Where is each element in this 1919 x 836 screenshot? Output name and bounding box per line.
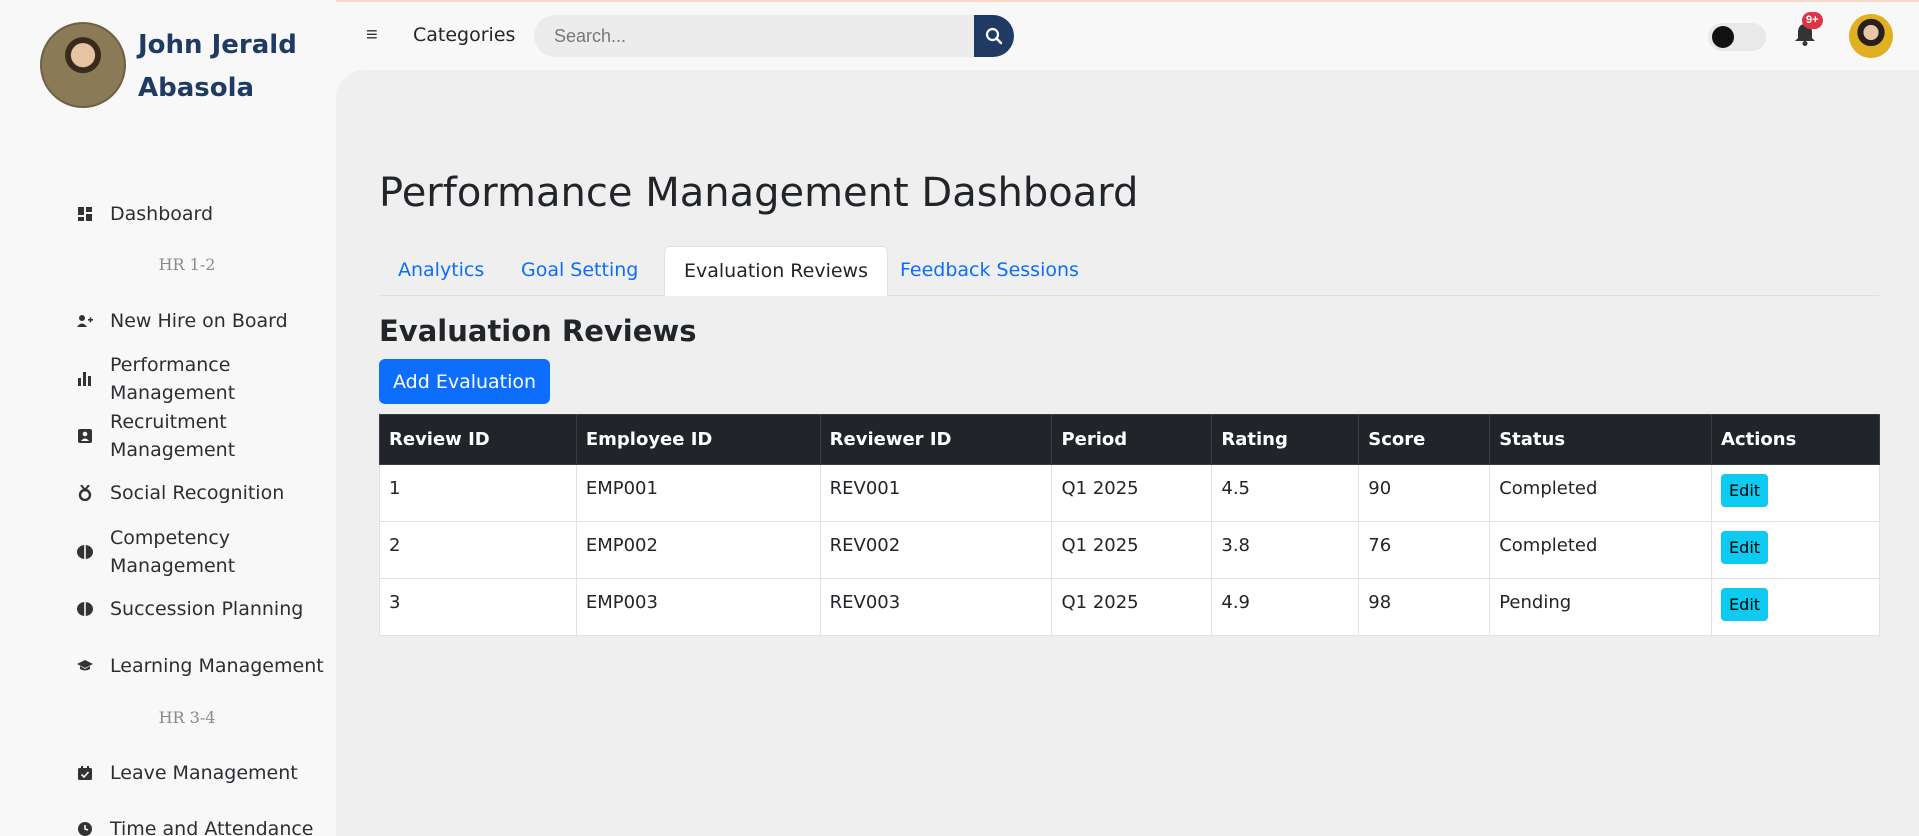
- cell-review-id: 3: [379, 578, 577, 636]
- table-row: 2 EMP002 REV002 Q1 2025 3.8 76 Completed…: [379, 521, 1880, 579]
- cell-review-id: 1: [379, 464, 577, 522]
- cell-status: Pending: [1489, 578, 1713, 636]
- table-row: 1 EMP001 REV001 Q1 2025 4.5 90 Completed…: [379, 464, 1880, 522]
- toggle-knob: [1712, 26, 1734, 48]
- sidebar-item-competency[interactable]: Competency Management: [76, 524, 276, 580]
- categories-link[interactable]: Categories: [413, 24, 515, 46]
- sidebar-item-new-hire[interactable]: New Hire on Board: [76, 307, 288, 335]
- search-button[interactable]: [974, 15, 1014, 57]
- sidebar-item-label: Learning Management: [110, 655, 324, 677]
- sidebar-item-label: Performance Management: [110, 354, 236, 404]
- sidebar: John Jerald Abasola Dashboard HR 1-2 New…: [0, 0, 336, 836]
- cell-score: 98: [1358, 578, 1491, 636]
- edit-button[interactable]: Edit: [1721, 588, 1769, 621]
- column-header: Status: [1489, 414, 1713, 465]
- calendar-check-icon: [76, 764, 94, 782]
- section-title: Evaluation Reviews: [379, 314, 697, 348]
- sidebar-item-succession[interactable]: Succession Planning: [76, 595, 303, 623]
- clock-icon: [76, 820, 94, 836]
- menu-toggle-icon[interactable]: ≡: [366, 24, 378, 47]
- theme-toggle[interactable]: [1708, 23, 1766, 51]
- cell-status: Completed: [1489, 464, 1713, 522]
- page-title: Performance Management Dashboard: [379, 170, 1139, 216]
- search-bar: [534, 15, 1014, 57]
- column-header: Actions: [1711, 414, 1880, 465]
- column-header: Employee ID: [575, 414, 821, 465]
- cell-score: 76: [1358, 521, 1491, 579]
- sidebar-item-performance[interactable]: Performance Management: [76, 351, 276, 407]
- add-evaluation-button[interactable]: Add Evaluation: [379, 359, 551, 404]
- sidebar-item-label: New Hire on Board: [110, 310, 288, 332]
- cell-reviewer-id: REV002: [819, 521, 1053, 579]
- dashboard-icon: [76, 205, 94, 223]
- sidebar-item-time-attendance[interactable]: Time and Attendance: [76, 815, 314, 836]
- sidebar-item-dashboard[interactable]: Dashboard: [76, 200, 213, 228]
- sidebar-item-learning[interactable]: Learning Management: [76, 652, 324, 680]
- cell-status: Completed: [1489, 521, 1713, 579]
- table-header-row: Review ID Employee ID Reviewer ID Period…: [379, 414, 1880, 465]
- profile-avatar: [40, 22, 126, 108]
- edit-button[interactable]: Edit: [1721, 531, 1769, 564]
- cell-actions: Edit: [1711, 521, 1880, 579]
- search-icon: [985, 27, 1003, 45]
- edit-button[interactable]: Edit: [1721, 474, 1769, 507]
- notification-badge: 9+: [1802, 12, 1823, 29]
- column-header: Review ID: [379, 414, 577, 465]
- sidebar-item-label: Dashboard: [110, 203, 214, 225]
- medal-icon: [76, 484, 94, 502]
- sidebar-item-social-recognition[interactable]: Social Recognition: [76, 479, 284, 507]
- tab-feedback-sessions[interactable]: Feedback Sessions: [881, 246, 1098, 296]
- cell-rating: 4.5: [1211, 464, 1360, 522]
- sidebar-item-label: Leave Management: [110, 762, 298, 784]
- column-header: Rating: [1211, 414, 1360, 465]
- id-badge-icon: [76, 427, 94, 445]
- evaluation-table: Review ID Employee ID Reviewer ID Period…: [379, 414, 1880, 636]
- cell-period: Q1 2025: [1051, 578, 1213, 636]
- cell-score: 90: [1358, 464, 1491, 522]
- user-name: John Jerald Abasola: [138, 30, 297, 103]
- topbar: ≡ Categories 9+: [336, 0, 1919, 70]
- column-header: Period: [1051, 414, 1213, 465]
- brain-icon: [76, 543, 94, 561]
- cell-actions: Edit: [1711, 578, 1880, 636]
- cell-rating: 4.9: [1211, 578, 1360, 636]
- cell-reviewer-id: REV003: [819, 578, 1053, 636]
- sidebar-item-recruitment[interactable]: Recruitment Management: [76, 408, 276, 464]
- search-input[interactable]: [534, 15, 974, 57]
- user-profile: John Jerald Abasola: [40, 22, 308, 110]
- brain-icon: [76, 600, 94, 618]
- tab-bar: Analytics Goal Setting Evaluation Review…: [379, 246, 1879, 296]
- sidebar-item-label: Time and Attendance: [110, 818, 314, 836]
- tab-evaluation-reviews[interactable]: Evaluation Reviews: [664, 246, 888, 296]
- cell-period: Q1 2025: [1051, 521, 1213, 579]
- cell-review-id: 2: [379, 521, 577, 579]
- sidebar-item-leave[interactable]: Leave Management: [76, 759, 298, 787]
- cell-period: Q1 2025: [1051, 464, 1213, 522]
- section-label-hr-1-2: HR 1-2: [158, 255, 216, 274]
- cell-employee-id: EMP002: [575, 521, 821, 579]
- sidebar-item-label: Social Recognition: [110, 482, 285, 504]
- cell-reviewer-id: REV001: [819, 464, 1053, 522]
- table-row: 3 EMP003 REV003 Q1 2025 4.9 98 Pending E…: [379, 578, 1880, 636]
- section-label-hr-3-4: HR 3-4: [158, 708, 216, 727]
- sidebar-item-label: Succession Planning: [110, 598, 304, 620]
- column-header: Score: [1358, 414, 1491, 465]
- bar-chart-icon: [76, 370, 94, 388]
- column-header: Reviewer ID: [819, 414, 1053, 465]
- sidebar-item-label: Competency Management: [110, 527, 236, 577]
- user-plus-icon: [76, 312, 94, 330]
- cell-employee-id: EMP003: [575, 578, 821, 636]
- sidebar-item-label: Recruitment Management: [110, 411, 236, 461]
- tab-goal-setting[interactable]: Goal Setting: [502, 246, 657, 296]
- cell-actions: Edit: [1711, 464, 1880, 522]
- cell-employee-id: EMP001: [575, 464, 821, 522]
- main-content: Performance Management Dashboard Analyti…: [336, 70, 1919, 836]
- user-avatar-menu[interactable]: [1849, 14, 1893, 58]
- graduation-cap-icon: [76, 657, 94, 675]
- cell-rating: 3.8: [1211, 521, 1360, 579]
- tab-analytics[interactable]: Analytics: [379, 246, 503, 296]
